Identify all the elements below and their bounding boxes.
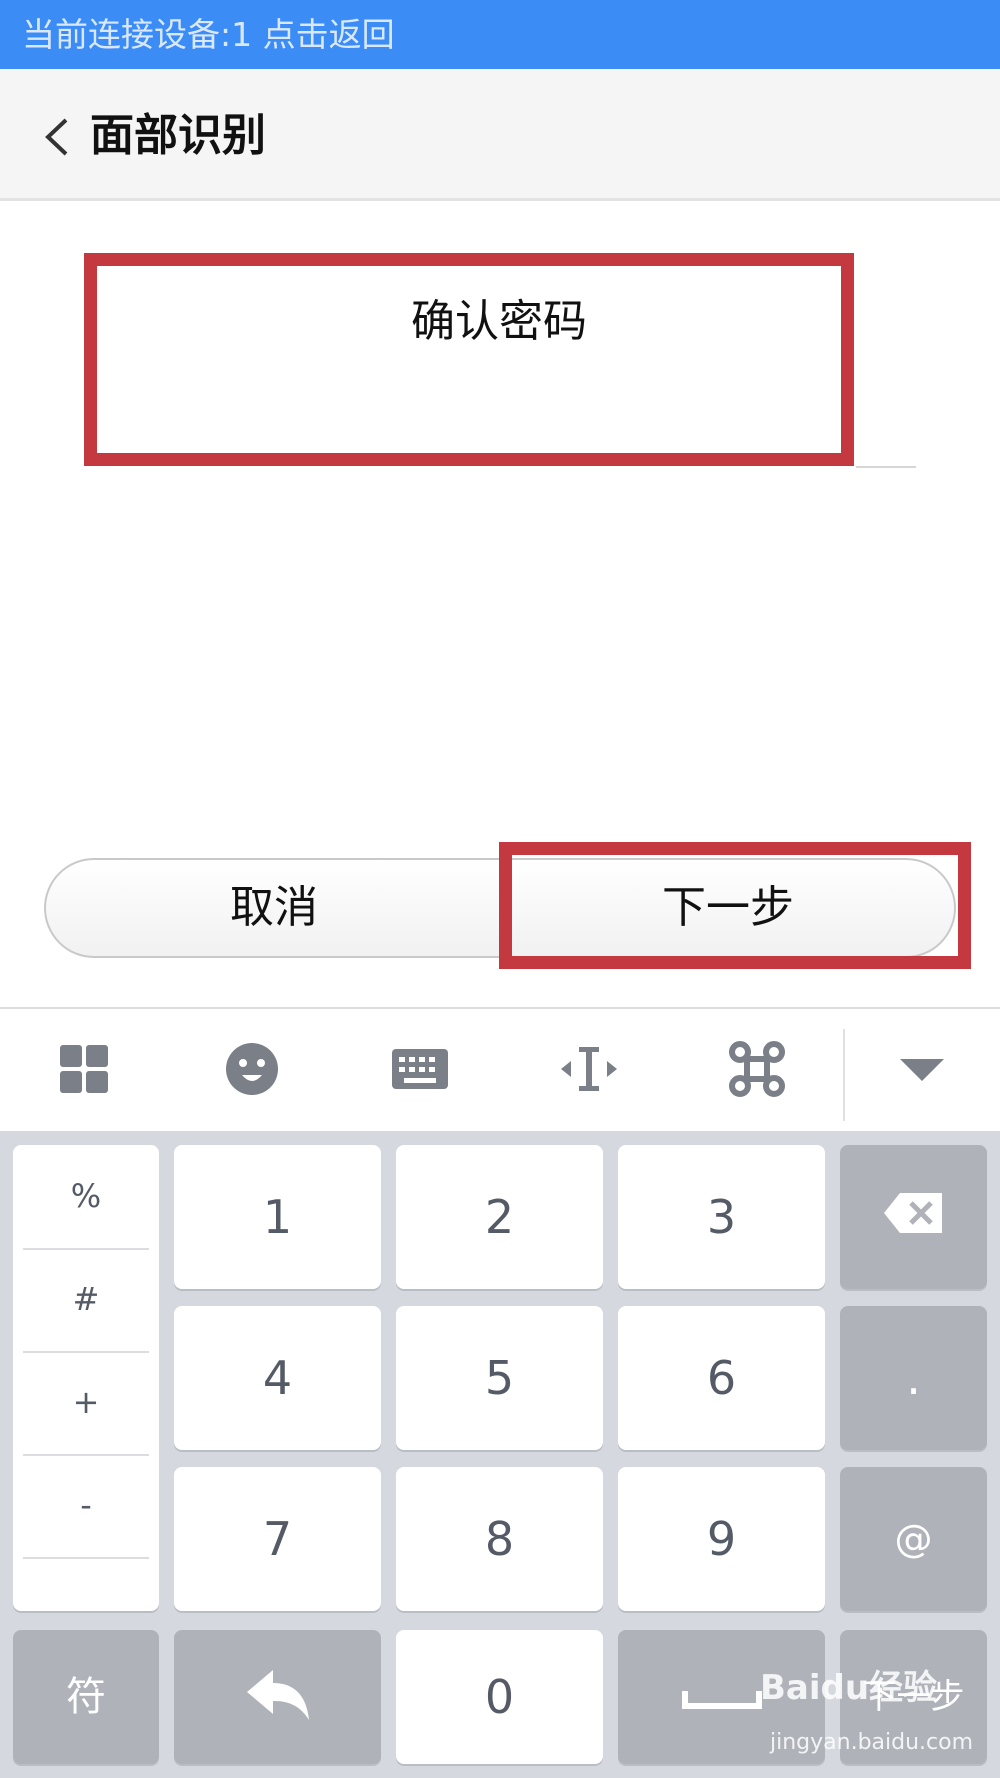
key-8[interactable]: 8	[396, 1467, 603, 1611]
symbol-plus-key[interactable]: +	[23, 1351, 149, 1456]
symbol-list[interactable]: % # + -	[13, 1145, 159, 1611]
toolbar-divider	[843, 1029, 845, 1121]
page-title: 面部识别	[90, 110, 266, 161]
next-button-highlight	[499, 842, 971, 969]
key-0[interactable]: 0	[396, 1630, 603, 1764]
key-5[interactable]: 5	[396, 1306, 603, 1450]
backspace-key[interactable]	[840, 1145, 987, 1289]
symbol-switch-key[interactable]: 符	[13, 1630, 159, 1764]
symbol-hash-key[interactable]: #	[23, 1248, 149, 1353]
status-bar-text[interactable]: 当前连接设备:1 点击返回	[22, 15, 395, 54]
key-7[interactable]: 7	[174, 1467, 381, 1611]
key-6[interactable]: 6	[618, 1306, 825, 1450]
return-arrow-icon	[246, 1670, 309, 1720]
collapse-keyboard-icon[interactable]	[890, 1037, 954, 1101]
symbol-minus-key[interactable]: -	[23, 1454, 149, 1559]
key-4[interactable]: 4	[174, 1306, 381, 1450]
baidu-watermark: Baidu经验	[760, 1668, 938, 1708]
key-3[interactable]: 3	[618, 1145, 825, 1289]
watermark-url: jingyan.baidu.com	[770, 1730, 974, 1755]
emoji-icon[interactable]	[220, 1037, 284, 1101]
keyboard-icon[interactable]	[388, 1037, 452, 1101]
cursor-move-icon[interactable]	[557, 1037, 621, 1101]
field-underline	[856, 466, 916, 468]
key-1[interactable]: 1	[174, 1145, 381, 1289]
keyboard-toolbar	[0, 1007, 1000, 1131]
status-bar[interactable]: 当前连接设备:1 点击返回	[0, 0, 1000, 69]
space-bar-icon	[681, 1691, 762, 1709]
backspace-icon	[883, 1193, 942, 1233]
back-arrow-icon[interactable]	[38, 114, 78, 160]
command-icon[interactable]	[725, 1037, 789, 1101]
dot-key[interactable]: .	[840, 1306, 987, 1450]
at-key[interactable]: @	[840, 1467, 987, 1611]
password-field-highlight[interactable]	[84, 253, 854, 466]
apps-grid-icon[interactable]	[52, 1037, 116, 1101]
key-2[interactable]: 2	[396, 1145, 603, 1289]
title-bar: 面部识别	[0, 69, 1000, 201]
return-key[interactable]	[174, 1630, 381, 1764]
key-9[interactable]: 9	[618, 1467, 825, 1611]
cancel-button[interactable]: 取消	[46, 860, 502, 956]
symbol-percent-key[interactable]: %	[23, 1145, 149, 1250]
